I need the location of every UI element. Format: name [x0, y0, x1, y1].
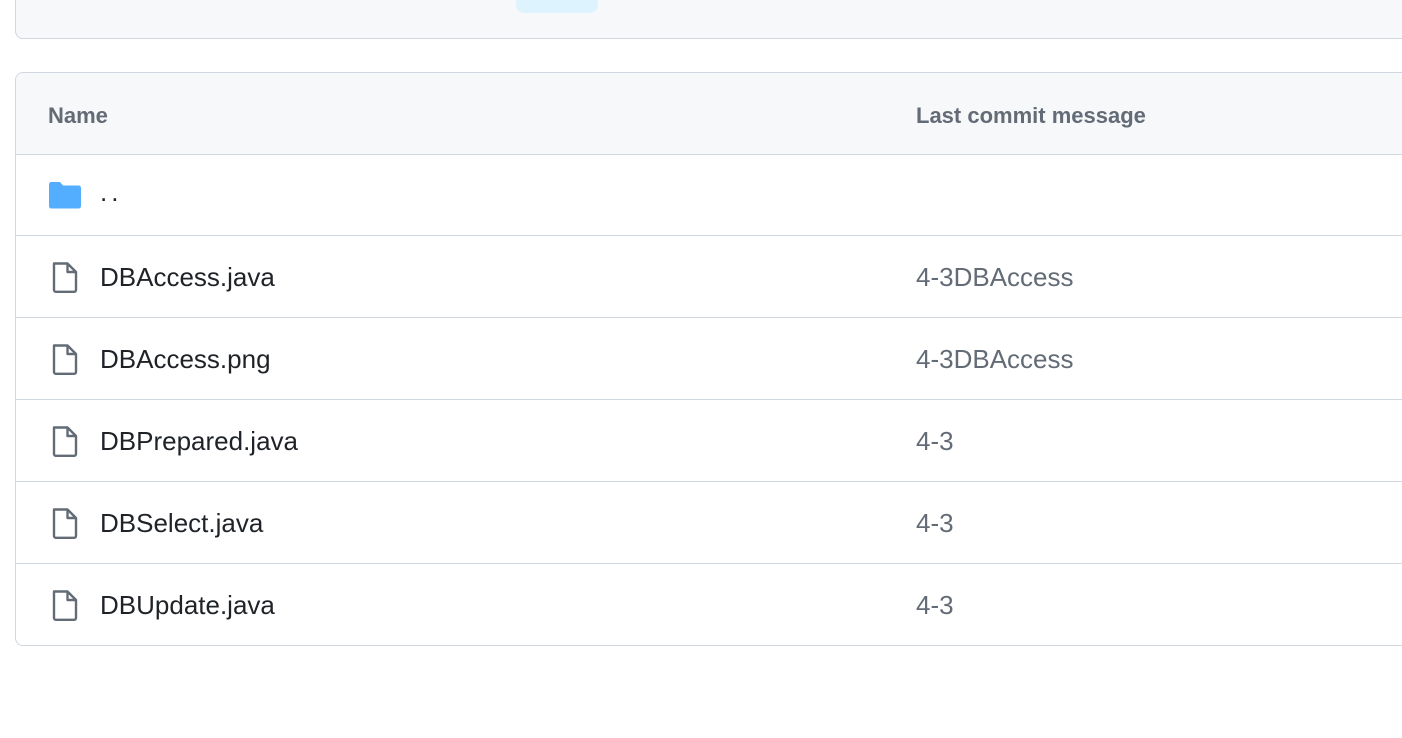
file-icon: [52, 262, 78, 293]
table-row[interactable]: DBUpdate.java 4-3: [16, 564, 1402, 645]
file-icon: [52, 426, 78, 457]
commit-message-link[interactable]: 4-3: [916, 508, 954, 538]
file-name-link[interactable]: DBAccess.java: [100, 262, 275, 292]
last-commit-message-column-header: Last commit message: [916, 103, 1146, 128]
name-column-header: Name: [48, 103, 108, 128]
folder-icon: [49, 182, 81, 209]
commit-message-link[interactable]: 4-3: [916, 426, 954, 456]
commit-message-link[interactable]: 4-3: [916, 590, 954, 620]
top-tab-indicator[interactable]: [516, 0, 598, 13]
commit-message-link[interactable]: 4-3DBAccess: [916, 262, 1074, 292]
table-header: Name Last commit message: [16, 73, 1402, 155]
file-name-link[interactable]: DBUpdate.java: [100, 590, 275, 620]
file-icon: [52, 590, 78, 621]
file-icon: [52, 344, 78, 375]
file-icon: [52, 508, 78, 539]
table-row[interactable]: DBPrepared.java 4-3: [16, 400, 1402, 482]
file-table: Name Last commit message .. DBAccess.jav…: [15, 72, 1402, 646]
table-row[interactable]: DBSelect.java 4-3: [16, 482, 1402, 564]
commit-message-link[interactable]: 4-3DBAccess: [916, 344, 1074, 374]
file-name-link[interactable]: DBPrepared.java: [100, 426, 298, 456]
table-row[interactable]: DBAccess.java 4-3DBAccess: [16, 236, 1402, 318]
table-row[interactable]: DBAccess.png 4-3DBAccess: [16, 318, 1402, 400]
file-name-link[interactable]: DBSelect.java: [100, 508, 263, 538]
file-name-link[interactable]: DBAccess.png: [100, 344, 271, 374]
parent-directory-link[interactable]: ..: [100, 177, 122, 207]
top-panel: [15, 0, 1402, 39]
parent-directory-row[interactable]: ..: [16, 155, 1402, 236]
